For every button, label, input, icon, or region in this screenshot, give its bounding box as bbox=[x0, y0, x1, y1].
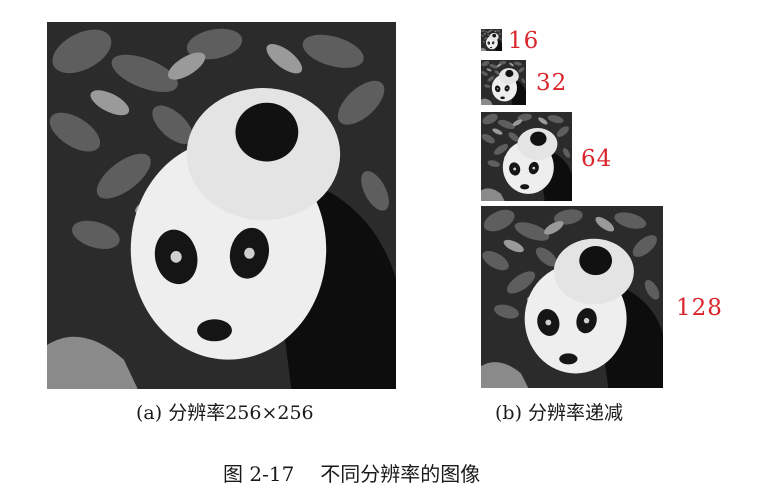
resolution-label-64: 64 bbox=[581, 146, 613, 172]
figure-number: 图 2-17 bbox=[223, 462, 295, 486]
panda-image-64 bbox=[481, 112, 572, 201]
panel-a-caption: (a) 分辨率256×256 bbox=[136, 402, 314, 424]
panda-image-32 bbox=[481, 60, 526, 105]
panel-b-caption: (b) 分辨率递减 bbox=[495, 402, 624, 424]
resolution-label-16: 16 bbox=[508, 28, 540, 54]
figure-caption: 图 2-17 不同分辨率的图像 bbox=[223, 464, 480, 484]
resolution-label-128: 128 bbox=[676, 295, 723, 321]
panda-image-16 bbox=[481, 29, 502, 51]
panda-image-256 bbox=[47, 22, 396, 389]
figure-title: 不同分辨率的图像 bbox=[320, 462, 481, 486]
resolution-label-32: 32 bbox=[536, 70, 568, 96]
panda-image-128 bbox=[481, 206, 663, 388]
